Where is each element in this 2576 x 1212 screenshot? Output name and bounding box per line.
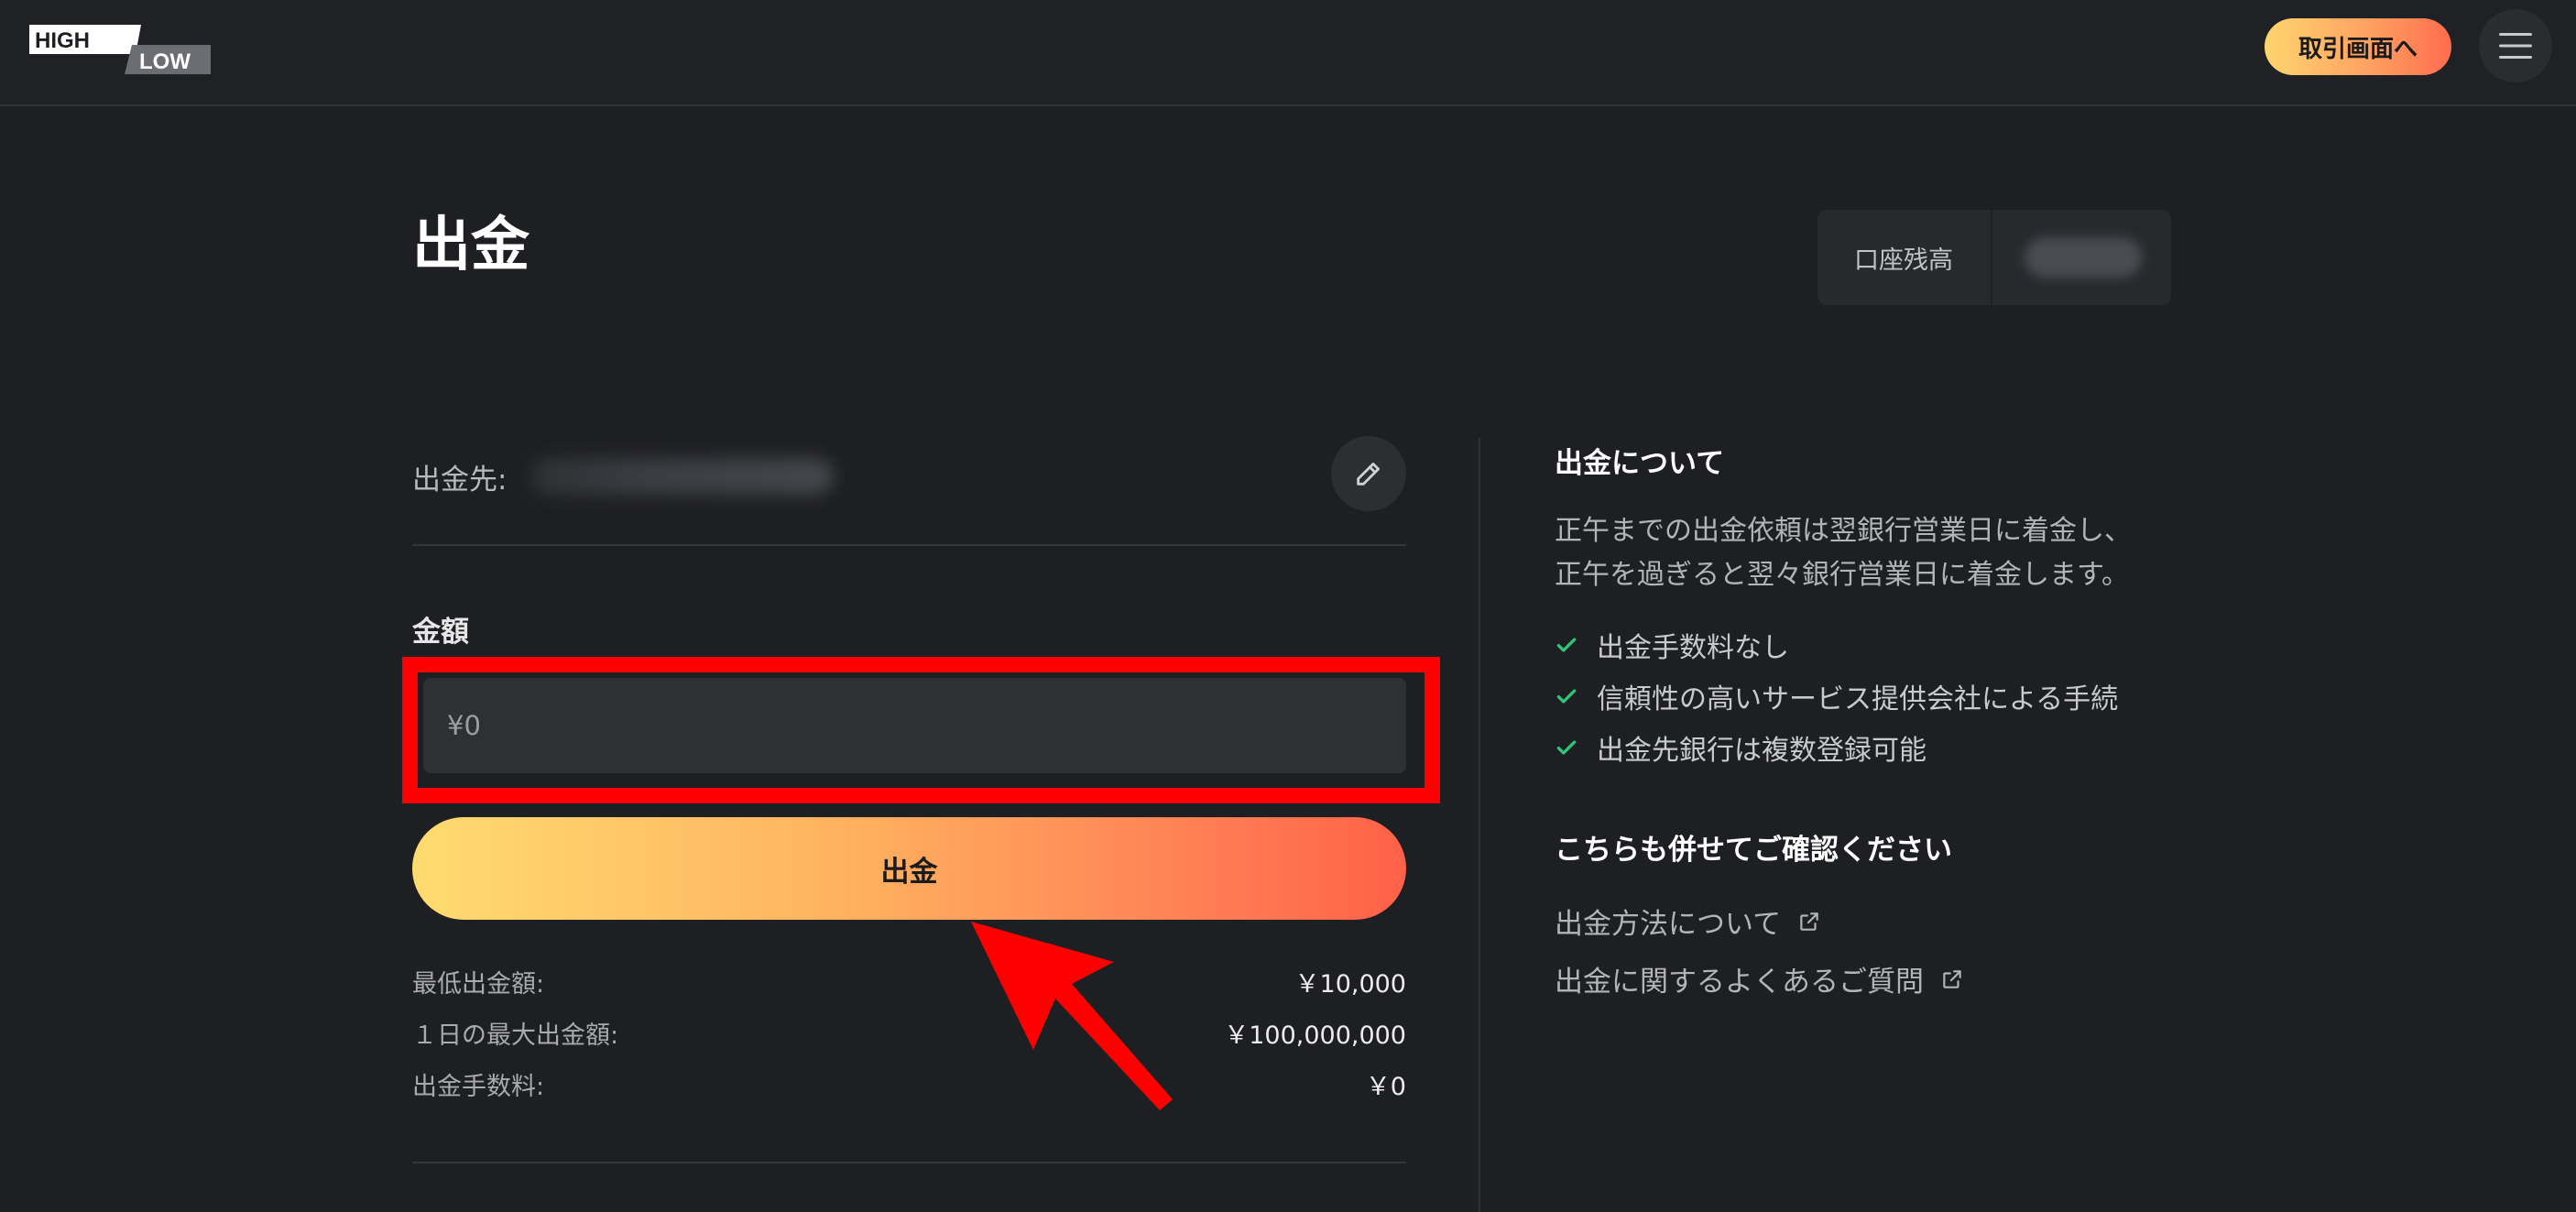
withdraw-fee-row: 出金手数料: ￥0 [412, 1065, 1406, 1102]
min-withdraw-value: ￥10,000 [1294, 969, 1406, 999]
withdraw-fee-value: ￥0 [1365, 1072, 1406, 1101]
description-line: 正午を過ぎると翌々銀行営業日に着金します。 [1555, 559, 2129, 591]
check-icon [1556, 689, 1577, 704]
logo-text-low: LOW [139, 49, 191, 74]
link-text: 出金に関するよくあるご質問 [1555, 966, 1924, 999]
link-text: 出金方法について [1555, 908, 1782, 941]
withdraw-destination-label: 出金先: [412, 464, 508, 497]
about-withdraw-title: 出金について [1555, 447, 1725, 480]
min-withdraw-label: 最低出金額: [412, 969, 545, 999]
daily-max-withdraw-label: １日の最大出金額: [412, 1021, 619, 1050]
feature-list: 出金手数料なし 信頼性の高いサービス提供会社による手続 出金先銀行は複数登録可能 [1555, 619, 2118, 773]
feature-item: 出金手数料なし [1555, 619, 2118, 671]
feature-item: 信頼性の高いサービス提供会社による手続 [1555, 671, 2118, 722]
blurred-bank-account [531, 458, 834, 495]
pencil-icon [1357, 462, 1381, 486]
amount-input[interactable] [423, 678, 1406, 773]
section-divider [412, 544, 1406, 546]
hamburger-menu-icon [2499, 33, 2532, 59]
external-link-icon [1800, 912, 1818, 931]
balance-divider [1991, 210, 1992, 305]
external-link-icon [1943, 969, 1961, 988]
page-title: 出金 [412, 212, 529, 279]
feature-text: 出金先銀行は複数登録可能 [1597, 735, 1927, 767]
account-balance-box: 口座残高 ¥●●●●● [1817, 210, 2171, 305]
balance-label: 口座残高 [1854, 246, 1953, 275]
withdraw-fee-label: 出金手数料: [412, 1072, 545, 1101]
menu-button[interactable] [2479, 9, 2552, 82]
see-also-title: こちらも併せてご確認ください [1555, 834, 1952, 867]
highlow-logo[interactable]: HIGH LOW [29, 25, 211, 74]
withdraw-submit-button[interactable]: 出金 [412, 817, 1406, 920]
feature-item: 出金先銀行は複数登録可能 [1555, 722, 2118, 773]
check-icon [1556, 740, 1577, 755]
section-divider-bottom [412, 1162, 1406, 1163]
balance-value-blurred: ¥●●●●● [2025, 237, 2142, 278]
daily-max-withdraw-value: ￥100,000,000 [1224, 1021, 1406, 1050]
top-header: HIGH LOW 取引画面へ [0, 0, 2576, 106]
go-to-trading-button[interactable]: 取引画面へ [2265, 18, 2451, 75]
withdraw-destination-value-blurred [522, 434, 845, 519]
description-line: 正午までの出金依頼は翌銀行営業日に着金し、 [1555, 515, 2132, 547]
withdraw-faq-link[interactable]: 出金に関するよくあるご質問 [1555, 958, 1964, 999]
withdraw-method-link[interactable]: 出金方法について [1555, 901, 1821, 942]
column-divider [1479, 438, 1480, 1212]
feature-text: 信頼性の高いサービス提供会社による手続 [1597, 683, 2119, 715]
feature-text: 出金手数料なし [1597, 632, 1789, 664]
check-icon [1556, 638, 1577, 652]
amount-label: 金額 [412, 616, 469, 649]
logo-text-high: HIGH [35, 28, 90, 53]
min-withdraw-row: 最低出金額: ￥10,000 [412, 963, 1406, 999]
about-withdraw-description: 正午までの出金依頼は翌銀行営業日に着金し、 正午を過ぎると翌々銀行営業日に着金し… [1555, 509, 2196, 597]
daily-max-withdraw-row: １日の最大出金額: ￥100,000,000 [412, 1014, 1406, 1051]
edit-destination-button[interactable] [1331, 436, 1406, 511]
